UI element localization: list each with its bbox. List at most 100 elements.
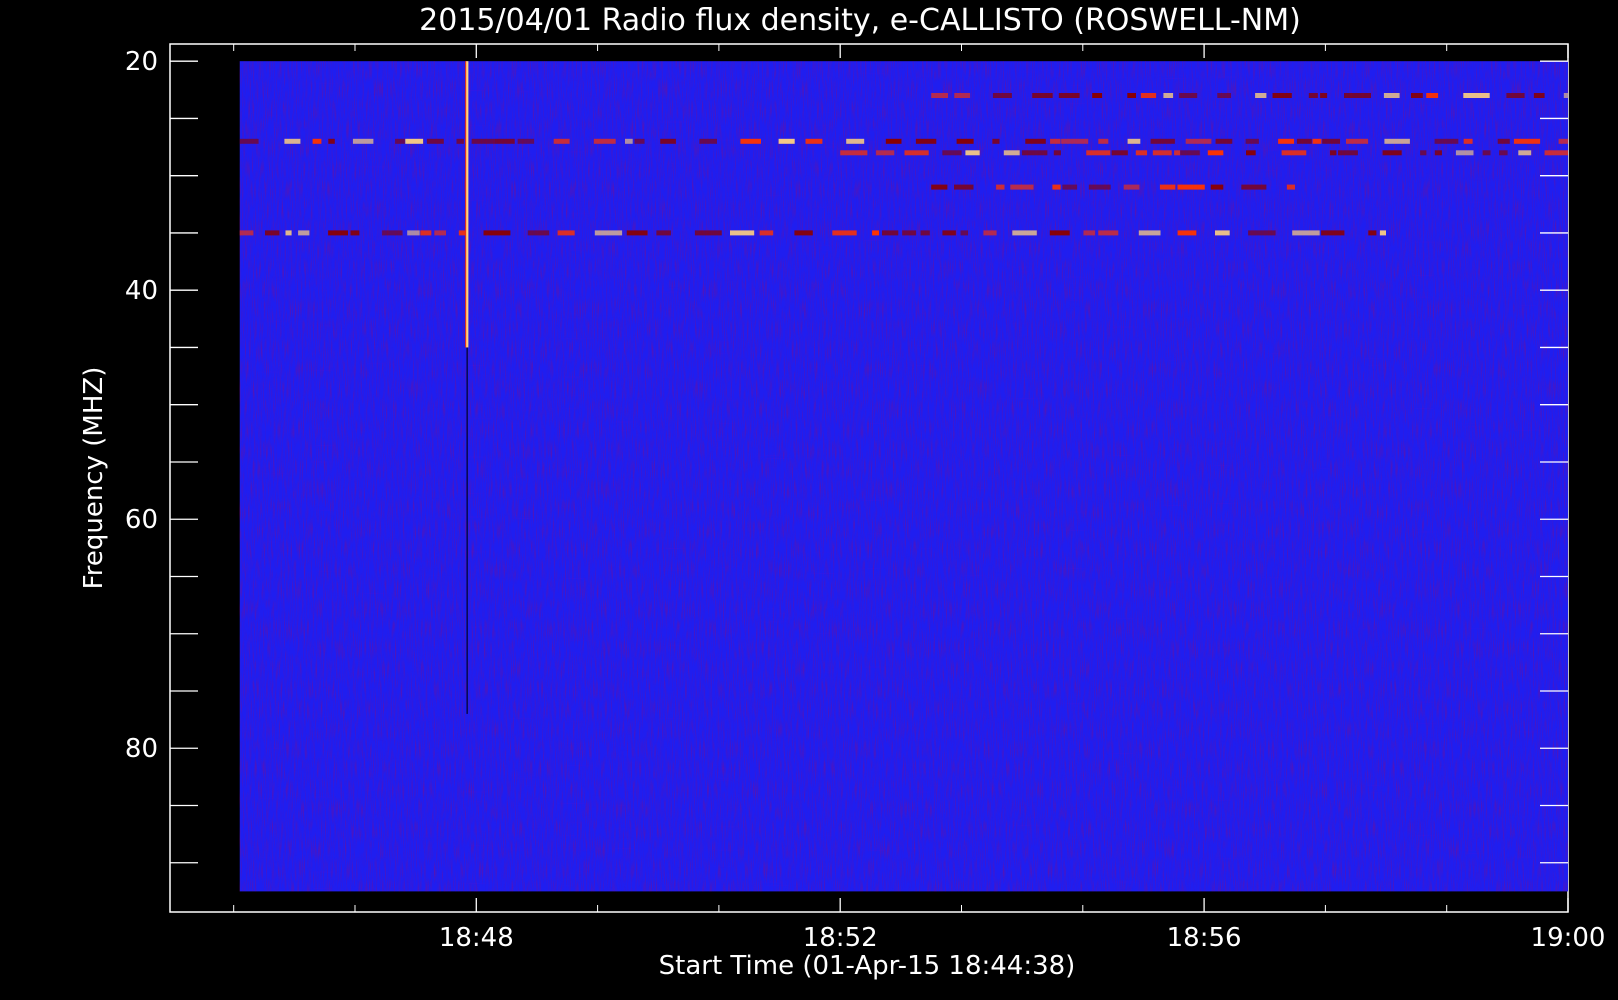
spectrogram-texture — [239, 61, 1568, 892]
band-segment — [1379, 230, 1386, 236]
band-segment — [960, 230, 969, 236]
band-segment — [483, 230, 511, 236]
band-segment — [1180, 150, 1200, 156]
band-segment — [872, 230, 879, 236]
band-segment — [1088, 184, 1111, 190]
band-segment — [954, 184, 974, 190]
band-segment — [1338, 150, 1358, 156]
band-segment — [1241, 184, 1267, 190]
band-segment — [495, 138, 515, 144]
band-segment — [1286, 184, 1295, 190]
band-segment — [1312, 138, 1322, 144]
band-segment — [1384, 138, 1410, 144]
band-segment — [902, 230, 917, 236]
band-segment — [915, 138, 937, 144]
band-segment — [1320, 93, 1328, 98]
band-segment — [312, 138, 322, 144]
band-segment — [759, 230, 774, 236]
x-tick-label: 18:52 — [803, 923, 878, 953]
band-segment — [920, 230, 930, 236]
y-tick-label: 60 — [125, 505, 158, 535]
x-tick-label: 18:48 — [439, 923, 514, 953]
band-segment — [1092, 93, 1103, 98]
band-segment — [626, 230, 648, 236]
band-segment — [1518, 150, 1532, 156]
band-segment — [660, 138, 676, 144]
band-segment — [1499, 150, 1508, 156]
band-segment — [1052, 184, 1061, 190]
band-segment — [1053, 150, 1061, 156]
band-segment — [992, 138, 1000, 144]
band-segment — [471, 138, 495, 144]
band-segment — [1061, 138, 1089, 144]
band-segment — [527, 230, 550, 236]
y-tick-label: 40 — [125, 276, 158, 306]
band-segment — [1032, 93, 1053, 98]
y-tick-label: 80 — [125, 734, 158, 764]
band-segment — [634, 138, 645, 144]
band-segment — [1021, 150, 1048, 156]
band-segment — [405, 138, 424, 144]
band-segment — [882, 230, 899, 236]
band-segment — [239, 138, 259, 144]
band-segment — [1123, 184, 1140, 190]
band-segment — [656, 230, 671, 236]
band-segment — [1497, 138, 1510, 144]
band-segment — [794, 230, 813, 236]
band-segment — [885, 138, 902, 144]
band-segment — [942, 150, 962, 156]
band-segment — [1003, 150, 1020, 156]
band-segment — [778, 138, 795, 144]
band-segment — [1163, 93, 1174, 98]
band-segment — [1111, 150, 1128, 156]
band-segment — [1278, 138, 1295, 144]
band-segment — [298, 230, 310, 236]
band-segment — [846, 138, 865, 144]
band-segment — [1177, 184, 1205, 190]
band-segment — [699, 138, 717, 144]
band-segment — [1455, 150, 1474, 156]
band-segment — [1533, 93, 1545, 98]
band-segment — [1246, 150, 1256, 156]
band-segment — [1159, 184, 1176, 190]
x-tick-labels: 18:48 18:52 18:56 19:00 — [439, 923, 1606, 953]
band-segment — [1482, 150, 1491, 156]
plot-area — [169, 43, 1569, 913]
band-segment — [1058, 93, 1080, 98]
band-segment — [1177, 230, 1197, 236]
band-segment — [557, 230, 575, 236]
band-segment — [594, 230, 623, 236]
x-tick-label: 18:56 — [1167, 923, 1242, 953]
band-segment — [1010, 184, 1034, 190]
band-segment — [1140, 93, 1157, 98]
band-segment — [740, 138, 761, 144]
band-segment — [805, 138, 823, 144]
burst-edge — [465, 61, 467, 348]
band-segment — [1248, 230, 1276, 236]
band-segment — [382, 230, 403, 236]
band-segment — [954, 93, 971, 98]
band-segment — [1062, 184, 1078, 190]
y-tick-label: 20 — [125, 47, 158, 77]
band-segment — [1217, 93, 1231, 98]
band-segment — [1179, 93, 1198, 98]
band-segment — [1245, 138, 1259, 144]
band-segment — [1434, 138, 1459, 144]
band-segment — [328, 230, 348, 236]
band-segment — [1127, 93, 1136, 98]
band-segment — [996, 184, 1005, 190]
band-segment — [1463, 138, 1473, 144]
band-segment — [1292, 230, 1320, 236]
band-segment — [1150, 138, 1175, 144]
band-segment — [1558, 138, 1568, 144]
band-segment — [1272, 93, 1292, 98]
band-segment — [1322, 138, 1340, 144]
band-segment — [1098, 138, 1109, 144]
band-segment — [593, 138, 616, 144]
band-segment — [1434, 150, 1442, 156]
band-segment — [265, 230, 280, 236]
burst-core — [465, 61, 469, 348]
band-segment — [1544, 150, 1568, 156]
band-segment — [1215, 138, 1233, 144]
band-segment — [931, 93, 948, 98]
